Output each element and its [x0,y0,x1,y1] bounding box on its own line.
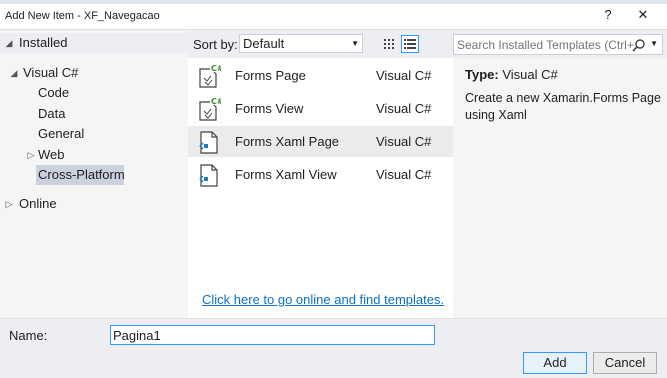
template-name: Forms Xaml Page [235,134,340,149]
sort-by-label: Sort by: [193,37,238,52]
collapsed-arrow-icon[interactable]: ▷ [26,145,36,165]
template-item-forms-xaml-view[interactable]: Forms Xaml View Visual C# [188,159,453,190]
forms-page-cs-icon: C# [199,63,221,88]
tree-label-web: Web [38,147,65,162]
search-toolbar: ▼ [453,31,667,58]
template-name: Forms Xaml View [235,167,337,182]
forms-xaml-page-icon [199,131,218,154]
template-language: Visual C# [376,167,432,182]
tree-item-general[interactable]: General [38,124,84,144]
forms-xaml-view-icon [199,164,218,187]
template-name: Forms View [235,101,304,116]
type-value: Visual C# [502,67,558,82]
tree-item-cross-platform[interactable]: Cross-Platform [36,165,125,185]
tree-item-code[interactable]: Code [38,83,69,103]
template-description: Create a new Xamarin.Forms Page using Xa… [465,91,661,122]
sort-toolbar: Sort by: Default ▼ [188,31,453,58]
template-item-forms-view[interactable]: C# Forms View Visual C# [188,93,453,124]
tree-item-installed[interactable]: ◢ Installed [0,33,188,53]
template-name: Forms Page [235,68,306,83]
help-button[interactable]: ? [598,6,618,24]
forms-view-cs-icon: C# [199,96,221,121]
window-title: Add New Item - XF_Navegacao [5,10,160,22]
template-language: Visual C# [376,101,432,116]
expanded-arrow-icon[interactable]: ◢ [9,63,19,83]
dropdown-arrow-icon: ▼ [351,39,359,48]
add-button[interactable]: Add [523,352,587,374]
category-tree: ◢ Installed ◢ Visual C# Code Data Genera… [0,31,188,318]
title-bar: Add New Item - XF_Navegacao ? ✕ [0,0,667,30]
expanded-arrow-icon[interactable]: ◢ [4,33,14,53]
template-list: C# Forms Page Visual C# C# Forms View Vi… [188,58,453,318]
template-item-forms-xaml-page[interactable]: Forms Xaml Page Visual C# [188,126,453,157]
template-item-forms-page[interactable]: C# Forms Page Visual C# [188,60,453,91]
footer: Name: Add Cancel [0,318,667,378]
sort-value: Default [243,36,285,51]
tree-item-data[interactable]: Data [38,104,65,124]
list-view-button[interactable] [401,35,419,53]
grid-view-icon [384,39,394,49]
sort-dropdown[interactable]: Default ▼ [239,34,363,53]
list-view-icon [404,39,416,49]
search-input[interactable] [457,37,635,52]
tree-item-web[interactable]: ▷ Web [26,145,106,165]
type-label: Type: [465,67,499,82]
collapsed-arrow-icon[interactable]: ▷ [4,194,14,214]
search-icon[interactable] [632,38,646,52]
small-icons-view-button[interactable] [380,35,398,53]
background-tabs-strip [0,0,667,4]
details-pane: Type: Visual C# Create a new Xamarin.For… [453,58,667,318]
name-label: Name: [9,328,48,343]
online-templates-link[interactable]: Click here to go online and find templat… [202,292,444,307]
svg-text:C#: C# [211,64,221,73]
search-options-arrow-icon[interactable]: ▼ [650,39,658,48]
svg-text:C#: C# [211,97,221,106]
name-field[interactable] [110,325,435,345]
template-language: Visual C# [376,68,432,83]
type-line: Type: Visual C# [465,67,558,82]
tree-label-visual-csharp: Visual C# [23,65,79,80]
tree-label-online: Online [19,196,57,211]
cancel-button[interactable]: Cancel [593,352,657,374]
close-button[interactable]: ✕ [633,6,653,24]
template-language: Visual C# [376,134,432,149]
tree-label-installed: Installed [19,35,68,50]
search-box[interactable]: ▼ [453,34,663,55]
